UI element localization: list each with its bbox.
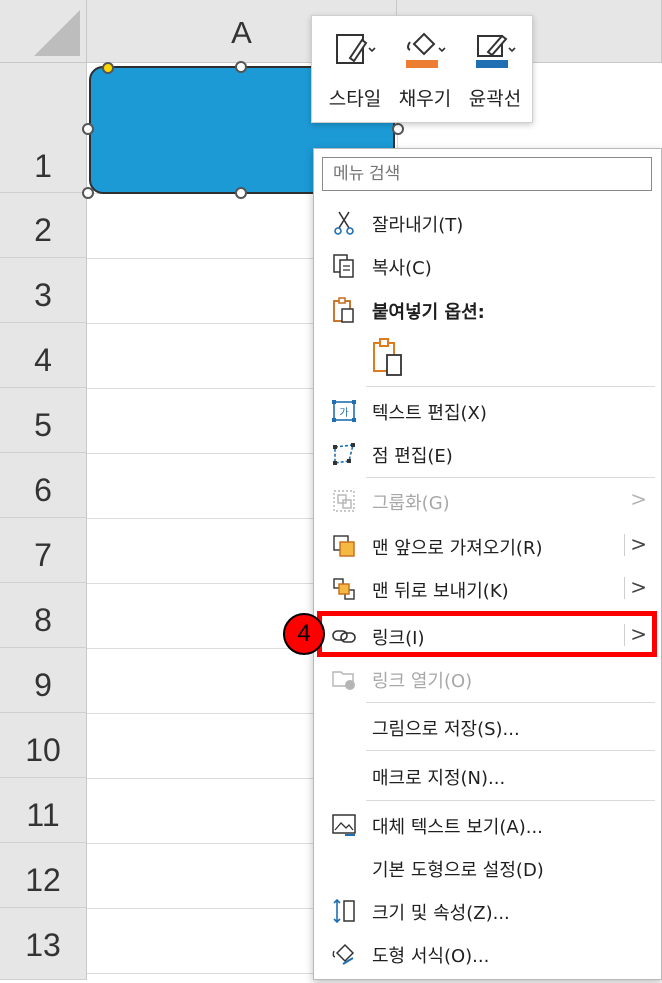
menu-item-group: 그룹화(G) >: [314, 479, 661, 521]
send-to-back-label: 맨 뒤로 보내기(K): [372, 581, 509, 602]
menu-item-bring-to-front[interactable]: 맨 앞으로 가져오기(R) >: [314, 524, 661, 566]
group-icon: [333, 490, 355, 512]
row-header-7[interactable]: 7: [0, 518, 87, 583]
menu-divider: [366, 702, 655, 703]
submenu-arrow-icon[interactable]: >: [630, 575, 647, 599]
menu-divider: [366, 750, 655, 751]
row-header-12[interactable]: 12: [0, 843, 87, 908]
shape-resize-handle-bottom[interactable]: [235, 187, 247, 199]
fill-button[interactable]: 채우기: [390, 24, 460, 116]
shape-resize-handle-right[interactable]: [392, 123, 404, 135]
set-default-shape-label: 기본 도형으로 설정(D): [372, 860, 544, 881]
menu-divider: [366, 386, 655, 387]
row-header-11[interactable]: 11: [0, 778, 87, 843]
alt-text-label: 대체 텍스트 보기(A)...: [372, 817, 543, 838]
menu-item-save-as-picture[interactable]: 그림으로 저장(S)...: [314, 705, 661, 747]
menu-item-format-shape[interactable]: 도형 서식(O)...: [314, 932, 661, 974]
shape-resize-handle-bottom-left[interactable]: [82, 187, 94, 199]
paste-options-header: 붙여넣기 옵션:: [314, 288, 661, 330]
open-link-label: 링크 열기(O): [372, 671, 473, 692]
text-box-icon: 가: [332, 400, 356, 422]
row-header-9[interactable]: 9: [0, 648, 87, 713]
menu-item-cut[interactable]: 잘라내기(T): [314, 201, 661, 243]
select-all-corner[interactable]: [0, 0, 87, 63]
size-properties-icon: [333, 898, 355, 924]
svg-text:가: 가: [339, 407, 348, 419]
shape-style-icon: [336, 34, 376, 64]
clipboard-icon: [333, 297, 354, 323]
edit-text-label: 텍스트 편집(X): [372, 403, 487, 424]
assign-macro-label: 매크로 지정(N)...: [372, 768, 506, 789]
paste-options-label: 붙여넣기 옵션:: [372, 302, 485, 323]
paste-keep-source-button[interactable]: [370, 337, 410, 379]
row-header-13[interactable]: 13: [0, 908, 87, 980]
menu-divider: [366, 477, 655, 478]
fill-label: 채우기: [398, 88, 452, 110]
menu-search-input[interactable]: [322, 157, 652, 191]
submenu-arrow-icon[interactable]: >: [630, 532, 647, 556]
shape-resize-handle-left[interactable]: [82, 123, 94, 135]
group-label: 그룹화(G): [372, 493, 450, 514]
paste-clipboard-icon: [373, 338, 402, 376]
copy-label: 복사(C): [372, 258, 432, 279]
scissors-icon: [334, 211, 354, 235]
annotation-highlight-box: [317, 611, 657, 657]
submenu-separator: [624, 577, 625, 599]
save-as-picture-label: 그림으로 저장(S)...: [372, 719, 520, 740]
outline-label: 윤곽선: [468, 88, 522, 110]
copy-icon: [333, 254, 354, 278]
shape-adjust-handle[interactable]: [102, 62, 114, 74]
alt-text-icon: [332, 814, 356, 836]
row-header-6[interactable]: 6: [0, 453, 87, 518]
menu-item-edit-points[interactable]: 점 편집(E): [314, 432, 661, 474]
mini-toolbar: 스타일 채우기 윤곽선: [311, 15, 533, 123]
row-header-4[interactable]: 4: [0, 323, 87, 388]
row-header-5[interactable]: 5: [0, 388, 87, 453]
menu-item-open-link: 링크 열기(O): [314, 657, 661, 699]
row-header-8[interactable]: 8: [0, 583, 87, 648]
edit-points-label: 점 편집(E): [372, 446, 453, 467]
row-header-2[interactable]: 2: [0, 193, 87, 258]
menu-item-copy[interactable]: 복사(C): [314, 244, 661, 286]
menu-item-edit-text[interactable]: 가 텍스트 편집(X): [314, 389, 661, 431]
menu-item-send-to-back[interactable]: 맨 뒤로 보내기(K) >: [314, 567, 661, 609]
style-button[interactable]: 스타일: [320, 24, 390, 116]
pen-outline-icon: [476, 34, 516, 68]
row-header-10[interactable]: 10: [0, 713, 87, 778]
menu-item-assign-macro[interactable]: 매크로 지정(N)...: [314, 754, 661, 796]
menu-item-alt-text[interactable]: 대체 텍스트 보기(A)...: [314, 803, 661, 845]
bring-to-front-icon: [333, 535, 355, 557]
bring-to-front-label: 맨 앞으로 가져오기(R): [372, 538, 543, 559]
open-link-folder-icon: [332, 671, 355, 690]
cut-label: 잘라내기(T): [372, 215, 464, 236]
row-header-1[interactable]: 1: [0, 63, 87, 193]
annotation-step-badge: 4: [283, 613, 325, 655]
submenu-separator: [624, 534, 625, 556]
format-shape-label: 도형 서식(O)...: [372, 946, 490, 967]
send-to-back-icon: [333, 578, 355, 600]
edit-points-icon: [333, 443, 355, 465]
size-properties-label: 크기 및 속성(Z)...: [372, 903, 510, 924]
outline-button[interactable]: 윤곽선: [460, 24, 530, 116]
menu-item-size-properties[interactable]: 크기 및 속성(Z)...: [314, 889, 661, 931]
submenu-arrow-icon: >: [630, 487, 647, 511]
menu-divider: [366, 800, 655, 801]
paint-bucket-icon: [406, 32, 446, 68]
menu-item-set-default-shape[interactable]: 기본 도형으로 설정(D): [314, 846, 661, 888]
context-menu: 잘라내기(T) 복사(C) 붙여넣기 옵션: 가 텍: [313, 148, 662, 980]
shape-resize-handle-top[interactable]: [235, 61, 247, 73]
style-label: 스타일: [328, 88, 382, 110]
row-header-3[interactable]: 3: [0, 258, 87, 323]
format-shape-icon: [332, 943, 355, 965]
